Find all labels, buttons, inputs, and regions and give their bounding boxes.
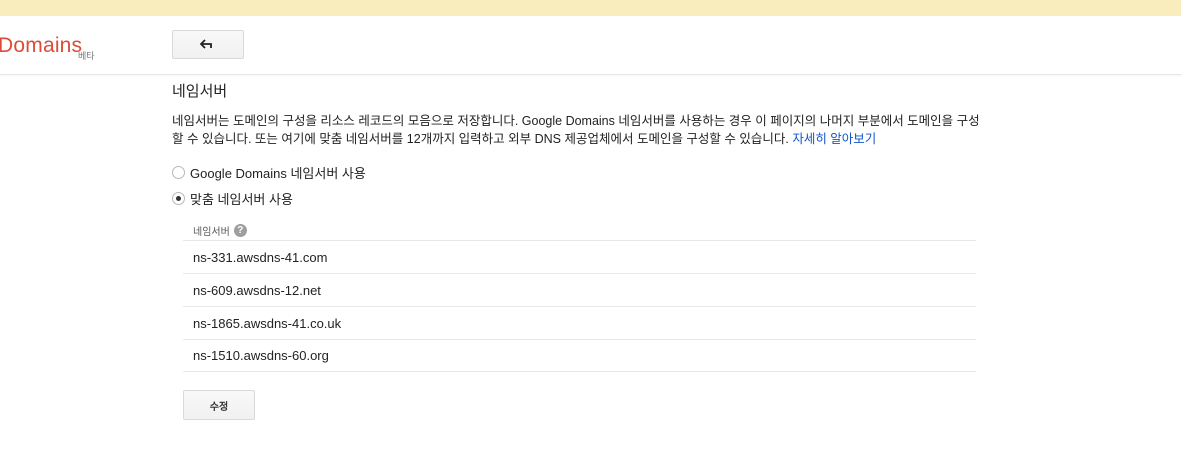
description-line-2: 할 수 있습니다. 또는 여기에 맞춤 네임서버를 12개까지 입력하고 외부 … <box>172 132 789 146</box>
app-header: Domains 베타 <box>0 16 1181 75</box>
notification-banner <box>0 0 1181 16</box>
page-title: 네임서버 <box>172 83 228 100</box>
description-line-1: 네임서버는 도메인의 구성을 리소스 레코드의 모음으로 저장합니다. Goog… <box>172 114 980 128</box>
radio-custom-nameservers[interactable]: 맞춤 네임서버 사용 <box>172 189 293 208</box>
help-icon[interactable]: ? <box>233 224 247 237</box>
back-arrow-icon <box>200 38 212 49</box>
edit-button[interactable]: 수정 <box>183 390 255 420</box>
nameservers-header-label: 네임서버 <box>193 227 230 238</box>
nameserver-row: ns-1510.awsdns-60.org <box>183 339 976 372</box>
radio-button[interactable] <box>172 166 185 179</box>
learn-more-link[interactable]: 자세히 알아보기 <box>792 132 876 146</box>
nameserver-list: ns-331.awsdns-41.com ns-609.awsdns-12.ne… <box>183 240 976 372</box>
nameserver-row: ns-1865.awsdns-41.co.uk <box>183 306 976 339</box>
radio-button-selected[interactable] <box>172 192 185 205</box>
nameserver-row: ns-331.awsdns-41.com <box>183 240 976 273</box>
back-button[interactable] <box>172 30 244 59</box>
radio-label: 맞춤 네임서버 사용 <box>190 192 293 207</box>
app-logo[interactable]: Domains <box>0 34 82 58</box>
nameserver-description: 네임서버는 도메인의 구성을 리소스 레코드의 모음으로 저장합니다. Goog… <box>172 112 992 148</box>
radio-label: Google Domains 네임서버 사용 <box>190 166 366 181</box>
beta-label: 베타 <box>78 51 95 61</box>
radio-google-nameservers[interactable]: Google Domains 네임서버 사용 <box>172 163 366 182</box>
nameserver-row: ns-609.awsdns-12.net <box>183 273 976 306</box>
nameservers-column-header: 네임서버 ? <box>193 223 247 238</box>
